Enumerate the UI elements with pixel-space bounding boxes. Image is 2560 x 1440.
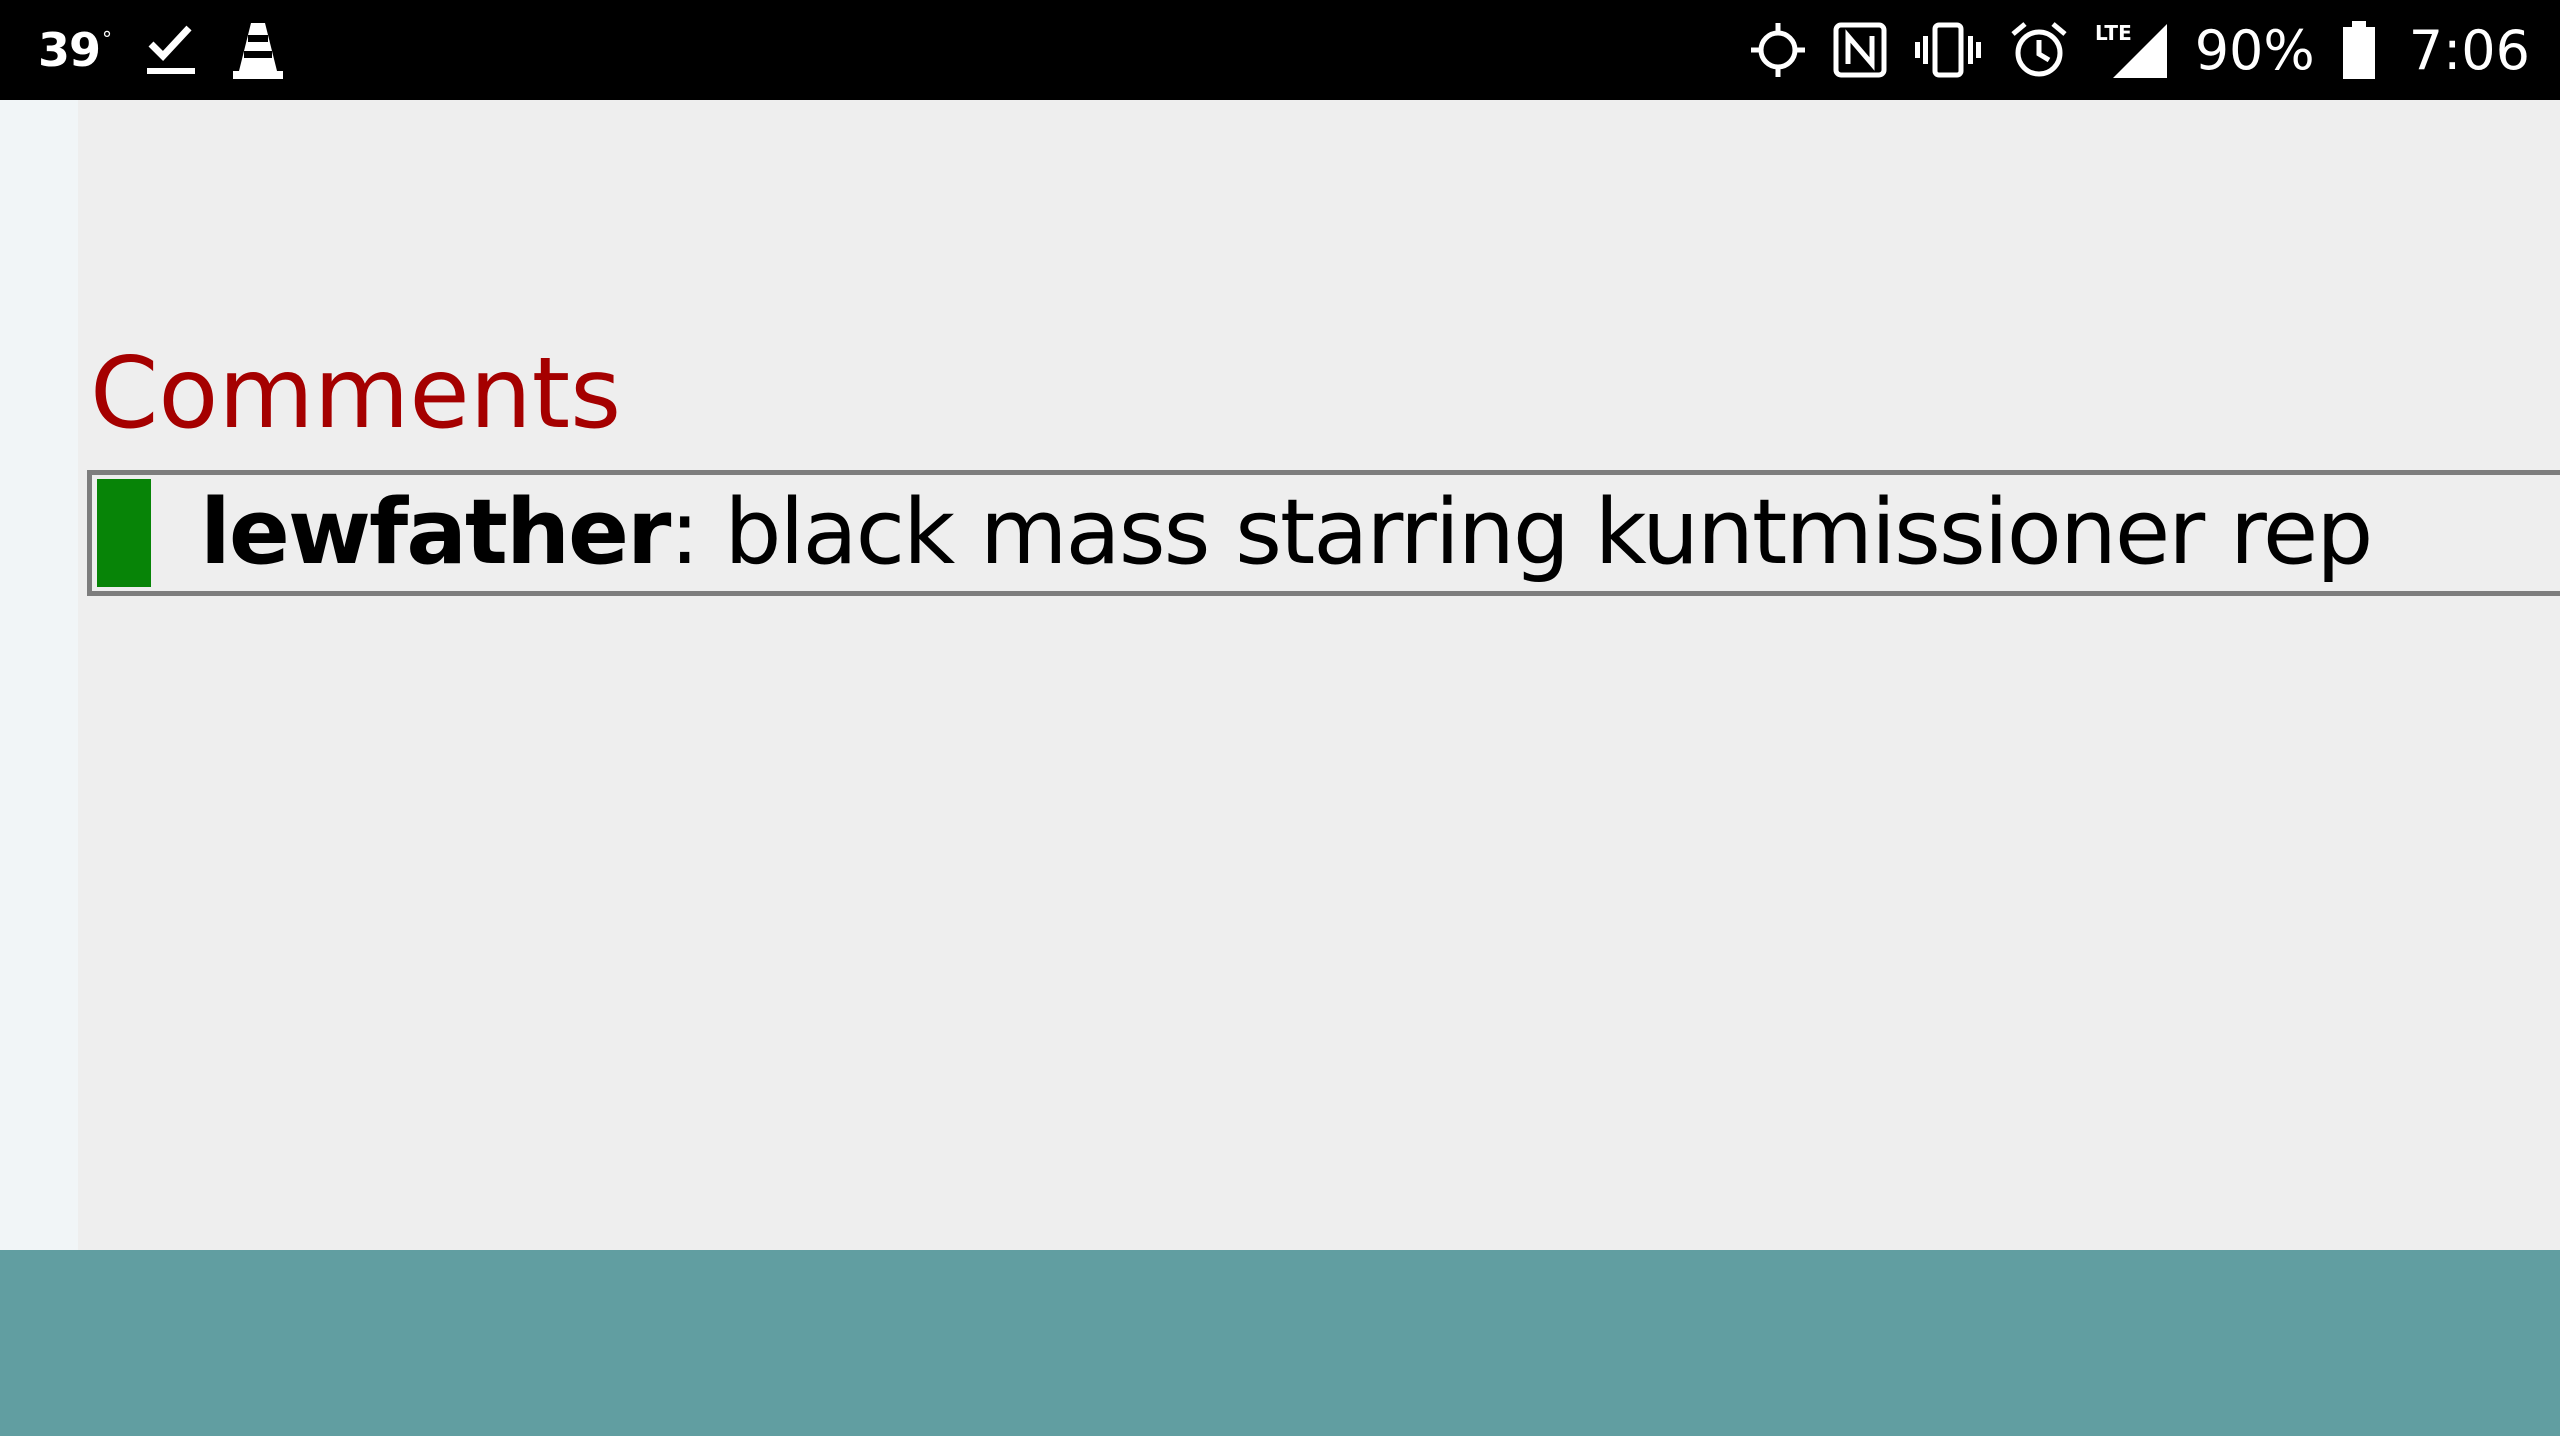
comment-author[interactable]: lewfather [200, 480, 671, 585]
comments-heading: Comments [90, 337, 622, 451]
comment-message: black mass starring kuntmissioner rep [697, 480, 2373, 585]
checkmark-download-icon [145, 22, 197, 78]
vlc-cone-icon [231, 19, 285, 81]
comment-status-marker [97, 479, 151, 587]
vibrate-icon [1913, 22, 1983, 78]
temperature-value: 39 [38, 23, 101, 77]
status-bar-right: LTE 90% 7:06 [1749, 0, 2530, 100]
comments-panel: Comments lewfather: black mass starring … [78, 100, 2560, 1250]
bottom-edge [0, 1436, 2560, 1440]
bottom-bar [0, 1250, 2560, 1440]
lte-signal-icon: LTE [2095, 20, 2169, 80]
battery-icon [2341, 19, 2377, 81]
nfc-icon [1833, 22, 1887, 78]
comment-separator: : [669, 480, 699, 585]
battery-percent: 90% [2194, 18, 2315, 82]
comment-body: lewfather: black mass starring kuntmissi… [200, 480, 2373, 585]
clock: 7:06 [2408, 18, 2530, 82]
weather-temperature: 39 ° [38, 23, 112, 77]
comment-item[interactable]: lewfather: black mass starring kuntmissi… [87, 470, 2560, 596]
left-margin-strip [0, 100, 78, 1250]
network-label: LTE [2095, 21, 2132, 45]
status-bar-left: 39 ° [38, 0, 285, 100]
status-bar: 39 ° LTE 90% 7:06 [0, 0, 2560, 100]
alarm-icon [2009, 20, 2069, 80]
location-crosshair-icon [1749, 21, 1807, 79]
temperature-unit: ° [102, 27, 112, 51]
